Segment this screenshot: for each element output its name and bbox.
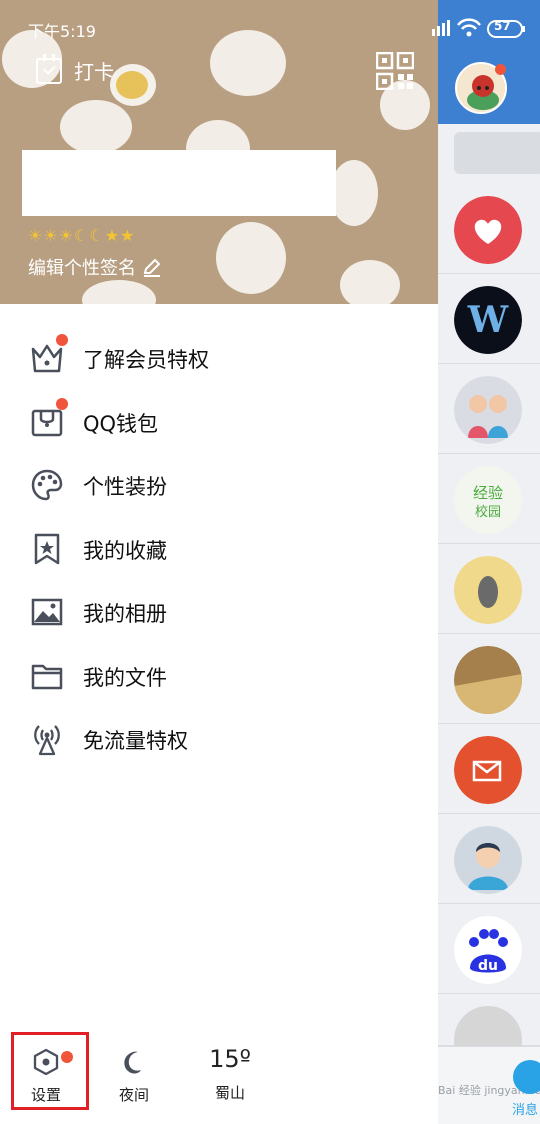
wallet-icon (31, 409, 63, 436)
decor (216, 222, 286, 294)
menu-item-free-data[interactable]: 免流量特权 (0, 707, 438, 771)
folder-icon (31, 664, 63, 689)
conversation-row[interactable] (438, 544, 540, 634)
svg-text:校园: 校园 (475, 504, 501, 520)
contact-avatar (454, 376, 522, 444)
conversation-row[interactable] (438, 364, 540, 454)
star-icon: ★ (120, 226, 135, 245)
annotation-highlight-box (11, 1032, 89, 1110)
decor (210, 30, 286, 96)
messages-tab-icon[interactable] (513, 1060, 540, 1094)
drawer-menu: 了解会员特权 QQ钱包 个性装扮 我的收藏 我的相册 我的文件 免流量特权 (0, 326, 438, 771)
calendar-check-icon (36, 53, 62, 84)
decor (82, 280, 156, 304)
sun-icon: ☀ (58, 226, 74, 245)
bookmark-star-icon (34, 533, 60, 564)
sun-icon: ☀ (28, 226, 43, 245)
night-mode-label: 夜间 (118, 1086, 149, 1104)
contact-avatar (454, 646, 522, 714)
conversation-row[interactable] (438, 814, 540, 904)
menu-label: 免流量特权 (83, 729, 188, 753)
decor (330, 160, 378, 226)
pencil-icon (143, 258, 161, 277)
svg-text:经验: 经验 (473, 484, 503, 502)
menu-item-album[interactable]: 我的相册 (0, 580, 438, 644)
menu-label: 了解会员特权 (83, 348, 209, 372)
temperature-value: 15º (209, 1045, 251, 1073)
menu-label: 个性装扮 (83, 475, 167, 499)
menu-item-personalize[interactable]: 个性装扮 (0, 453, 438, 517)
checkin-label: 打卡 (74, 60, 114, 84)
contact-avatar: W (454, 286, 522, 354)
contact-avatar (454, 556, 522, 624)
edit-signature-button[interactable]: 编辑个性签名 (28, 254, 162, 280)
notification-dot (56, 334, 68, 346)
conversation-row[interactable]: du (438, 904, 540, 994)
decor (110, 64, 156, 106)
weather-widget[interactable]: 15º 蜀山 (200, 1044, 260, 1103)
battery-level: 57 (494, 19, 511, 33)
moon-icon (124, 1051, 141, 1074)
sun-icon: ☀ (43, 226, 58, 245)
signature-label: 编辑个性签名 (28, 258, 136, 279)
contact-avatar: du (454, 916, 522, 984)
conversation-row[interactable] (438, 634, 540, 724)
notification-dot (56, 397, 68, 410)
moon-icon: ☾ (89, 226, 104, 245)
status-time: 下午5:19 (28, 22, 96, 41)
decor (60, 100, 132, 154)
menu-label: 我的文件 (83, 665, 167, 690)
moon-icon: ☾ (74, 226, 89, 245)
conversation-row[interactable] (438, 184, 540, 274)
city-label: 蜀山 (214, 1084, 245, 1102)
avatar-badge (495, 64, 506, 75)
menu-item-favorites[interactable]: 我的收藏 (0, 517, 438, 581)
crown-icon (31, 344, 63, 373)
svg-text:du: du (478, 958, 498, 974)
contact-avatar (454, 736, 522, 804)
checkin-button[interactable]: 打卡 (36, 53, 114, 85)
messages-tab-label[interactable]: 消息 (512, 1099, 538, 1118)
qr-code-icon[interactable] (376, 52, 414, 90)
conversation-list-panel: W 经验 校园 du Bai 经验 jingyan. 消息 (438, 0, 540, 1124)
contact-avatar: 经验 校园 (454, 466, 522, 534)
photo-icon (31, 598, 63, 626)
search-bar[interactable] (454, 132, 540, 174)
star-icon: ★ (104, 226, 120, 245)
profile-header: 下午5:19 打卡 ☀ ☀ ☀ ☾ ☾ ★ ★ 编辑个性签名 (0, 0, 438, 304)
qq-level-icons: ☀ ☀ ☀ ☾ ☾ ★ ★ (28, 226, 134, 245)
side-drawer: 下午5:19 打卡 ☀ ☀ ☀ ☾ ☾ ★ ★ 编辑个性签名 57 了解会员特权… (0, 0, 525, 1124)
antenna-icon (34, 725, 60, 756)
nickname-redacted (22, 150, 336, 216)
menu-item-vip[interactable]: 了解会员特权 (0, 326, 438, 390)
night-mode-button[interactable]: 夜间 (112, 1048, 156, 1105)
conversation-row[interactable]: 经验 校园 (438, 454, 540, 544)
contact-avatar (454, 826, 522, 894)
palette-icon (31, 469, 63, 501)
menu-label: 我的相册 (83, 602, 167, 626)
conversation-row[interactable] (438, 994, 540, 1074)
menu-label: 我的收藏 (83, 538, 167, 563)
menu-label: QQ钱包 (83, 411, 159, 436)
menu-item-wallet[interactable]: QQ钱包 (0, 390, 438, 454)
contact-avatar (454, 196, 522, 264)
conversation-row[interactable] (438, 724, 540, 814)
status-bar-icons: 57 (432, 17, 540, 39)
svg-text:W: W (467, 299, 509, 341)
menu-item-files[interactable]: 我的文件 (0, 644, 438, 708)
decor (340, 260, 400, 304)
conversation-row[interactable]: W (438, 274, 540, 364)
